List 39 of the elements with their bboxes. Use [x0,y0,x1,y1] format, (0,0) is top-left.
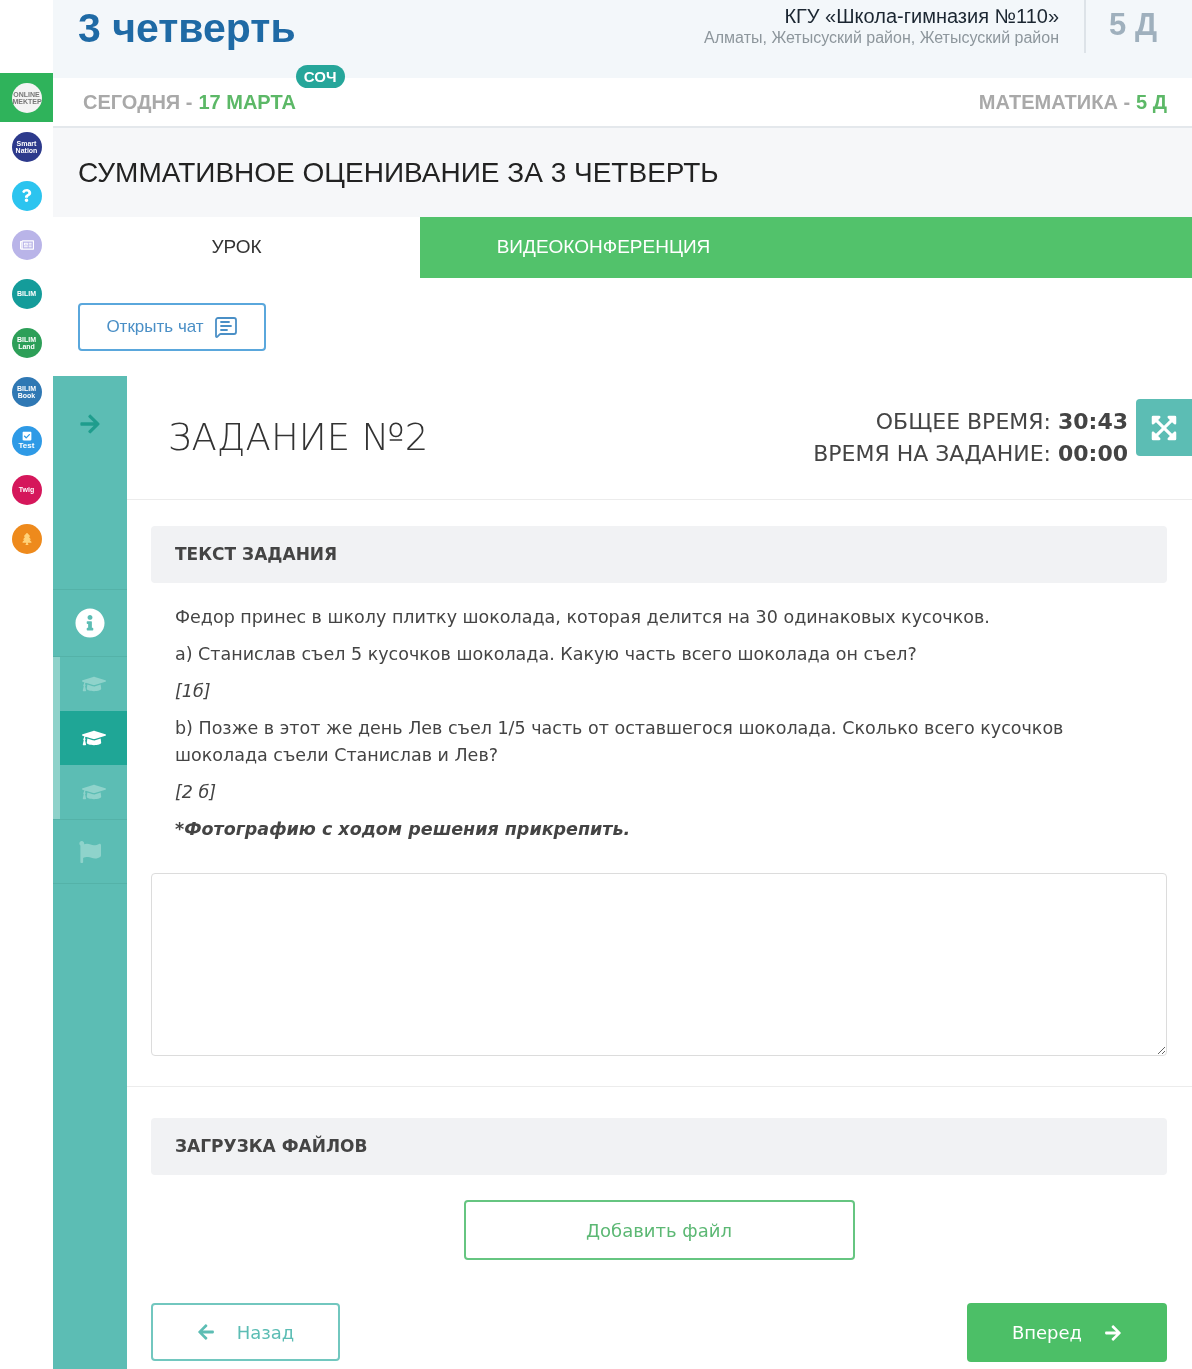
section-header: ЗАГРУЗКА ФАЙЛОВ [151,1118,1167,1175]
arrow-left-icon [196,1323,215,1341]
fullscreen-icon [1150,413,1178,442]
next-button[interactable]: Вперед [967,1303,1167,1362]
school-address: Алматы, Жетысуский район, Жетысуский район [704,28,1060,48]
section-header: ТЕКСТ ЗАДАНИЯ [151,526,1167,583]
task-paragraph: *Фотографию с ходом решения прикрепить. [175,818,632,841]
timer-text: ОБЩЕЕ ВРЕМЯ: 30:43 [875,407,1128,436]
arrow-right-icon[interactable] [78,413,102,435]
task-paragraph: a) Станислав съел 5 кусочков шоколада. Какую часть всего шоколада он съел? [175,643,918,666]
task-paragraph: b) Позже в этот же день Лев съел 1/5 часть от оставшегося шоколада. Сколько всего кусочков шоколада съели Станислав и Лев? [175,717,1065,767]
task-paragraph: Федор принес в школу плитку шоколада, которая делится на 30 одинаковых кусочков. [175,606,991,629]
answer-box[interactable] [151,873,1167,1056]
task-nav-item[interactable] [53,711,127,765]
logo-label: Test [18,441,35,450]
task-paragraph: [1б] [175,680,212,703]
assessment-badge: СОЧ [295,65,345,88]
task-paragraph: [2 б] [175,781,218,804]
open-chat-button[interactable]: Открыть чат [78,303,266,351]
class-name: 5 Д [1109,7,1157,43]
page-title: СУММАТИВНОЕ ОЦЕНИВАНИЕ ЗА 3 ЧЕТВЕРТЬ [78,155,719,190]
tab[interactable]: УРОК [53,217,420,278]
timer-text: ВРЕМЯ НА ЗАДАНИЕ: 00:00 [813,439,1128,468]
add-file-button[interactable]: Добавить файл [463,1200,855,1260]
flag-icon [79,840,101,863]
school-name: КГУ «Школа-гимназия №110» [784,4,1060,28]
today-label: СЕГОДНЯ - [83,90,193,115]
today-date: 17 МАРТА [198,90,296,115]
chat-icon [213,315,238,339]
task-title: ЗАДАНИЕ №2 [167,415,430,460]
info-icon [75,608,105,638]
fullscreen-button[interactable] [1136,399,1192,456]
arrow-right-icon [1104,1323,1123,1342]
subject-label: МАТЕМАТИКА - [978,90,1131,115]
finish-nav-item[interactable] [53,819,127,884]
quarter-title: 3 четверть [78,4,297,53]
checkbox-icon [21,431,32,441]
back-button[interactable]: Назад [151,1303,340,1361]
subject-class: 5 Д [1136,90,1167,115]
